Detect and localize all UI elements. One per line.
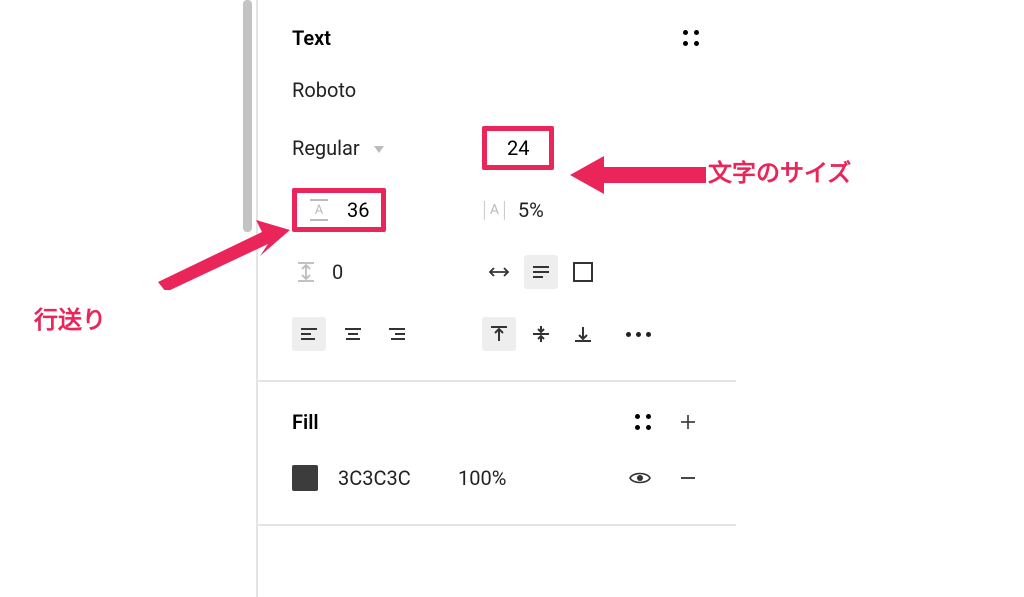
fill-hex-input[interactable]: 3C3C3C [338, 466, 438, 490]
chevron-down-icon [374, 146, 384, 153]
fill-section: Fill 3C3C3C 100% [258, 382, 736, 526]
text-section-title: Text [292, 26, 331, 50]
fill-color-swatch[interactable] [292, 465, 318, 491]
square-icon [573, 262, 593, 282]
fill-styles-button[interactable] [632, 411, 654, 433]
font-size-input[interactable]: 24 [482, 126, 554, 170]
auto-width-button[interactable] [482, 255, 516, 289]
letter-spacing-value: 5% [518, 198, 544, 222]
annotation-line-height: 行送り [34, 300, 106, 335]
text-styles-button[interactable] [680, 27, 702, 49]
align-right-button[interactable] [380, 317, 414, 351]
remove-fill-button[interactable] [674, 464, 702, 492]
letter-spacing-input[interactable]: |A| 5% [482, 198, 544, 223]
text-section: Text Roboto Regular 24 [258, 0, 736, 382]
fill-section-title: Fill [292, 410, 319, 434]
auto-height-button[interactable] [524, 255, 558, 289]
line-height-input[interactable]: A 36 [292, 188, 386, 232]
paragraph-spacing-value: 0 [332, 260, 343, 284]
align-left-button[interactable] [292, 317, 326, 351]
fill-opacity-input[interactable]: 100% [458, 466, 530, 490]
paragraph-spacing-input[interactable]: 0 [292, 258, 343, 286]
align-middle-button[interactable] [524, 317, 558, 351]
line-height-icon: A [305, 196, 333, 224]
add-fill-button[interactable] [674, 408, 702, 436]
fill-visibility-toggle[interactable] [626, 464, 654, 492]
properties-panel: Text Roboto Regular 24 [256, 0, 736, 597]
align-top-button[interactable] [482, 317, 516, 351]
font-weight-select[interactable]: Regular [292, 136, 360, 160]
paragraph-spacing-icon [292, 258, 320, 286]
fixed-size-button[interactable] [566, 255, 600, 289]
text-more-options-button[interactable] [626, 332, 651, 337]
annotation-font-size: 文字のサイズ [708, 153, 851, 188]
scrollbar-thumb[interactable] [243, 0, 252, 232]
align-bottom-button[interactable] [566, 317, 600, 351]
font-family-input[interactable]: Roboto [292, 78, 702, 102]
letter-spacing-icon: |A| [482, 198, 506, 223]
align-center-button[interactable] [336, 317, 370, 351]
fill-row: 3C3C3C 100% [292, 464, 702, 492]
line-height-value: 36 [347, 198, 369, 222]
